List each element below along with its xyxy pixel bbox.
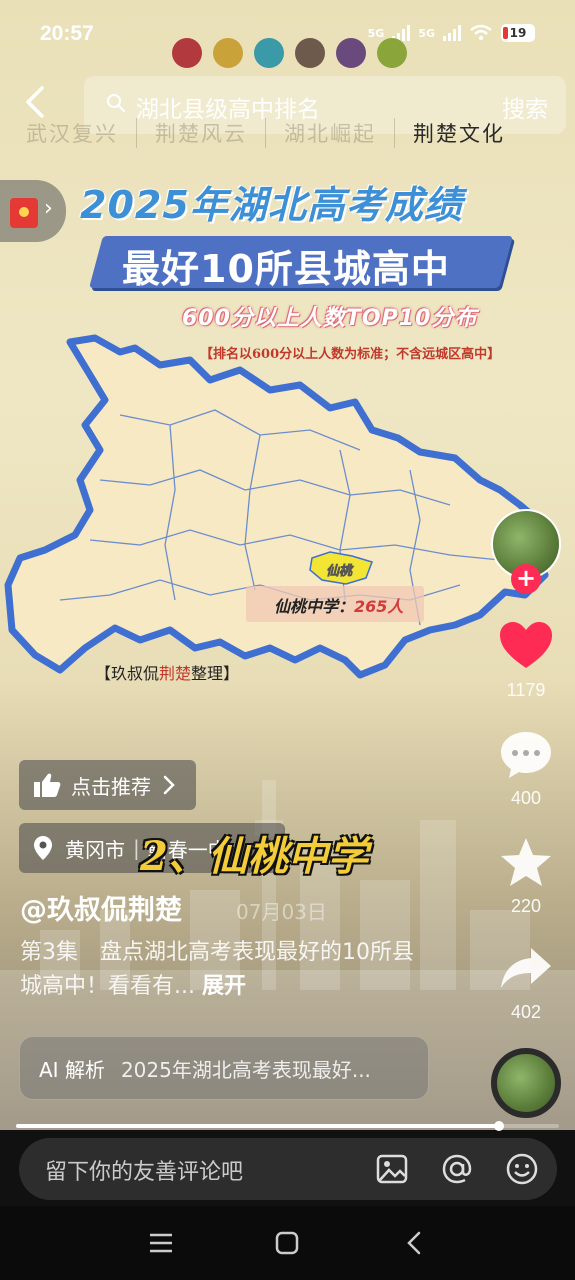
- signal-icon: [443, 25, 461, 41]
- expand-button[interactable]: 展开: [202, 974, 246, 999]
- home-icon[interactable]: [272, 1228, 302, 1258]
- author-name[interactable]: @玖叔侃荆楚: [20, 888, 182, 927]
- province-outline: [4, 334, 549, 679]
- color-dot: [295, 38, 325, 68]
- comment-placeholder: 留下你的友善评论吧: [45, 1160, 244, 1185]
- favorite-count: 220: [510, 896, 542, 916]
- back-nav-icon[interactable]: [400, 1228, 430, 1258]
- emoji-icon[interactable]: [505, 1152, 539, 1186]
- like-count: 1179: [506, 680, 546, 700]
- color-dot: [172, 38, 202, 68]
- comment-button[interactable]: 400: [497, 728, 555, 809]
- thumbs-up-icon: [34, 773, 61, 797]
- video-progress-bar[interactable]: [16, 1121, 559, 1131]
- location-separator: |: [133, 836, 140, 860]
- heart-icon: [500, 622, 552, 668]
- comment-icon: [501, 732, 551, 778]
- callout-school: 仙桃中学：: [274, 597, 355, 616]
- image-icon[interactable]: [375, 1152, 409, 1186]
- color-dot: [213, 38, 243, 68]
- comment-input[interactable]: 留下你的友善评论吧: [19, 1138, 557, 1200]
- callout-count: 265人: [354, 597, 404, 616]
- status-time: 20:57: [40, 22, 94, 45]
- search-icon: [107, 94, 125, 112]
- location-pin-icon: [34, 836, 52, 860]
- recommend-chip[interactable]: 点击推荐: [19, 760, 196, 810]
- tab-3[interactable]: 荆楚文化: [395, 118, 523, 148]
- color-dots: [172, 38, 407, 68]
- signal-label-2: 5G: [418, 26, 435, 40]
- color-dot: [254, 38, 284, 68]
- video-subtitle: 600分以上人数TOP10分布: [182, 306, 478, 331]
- post-date: 07月03日: [236, 900, 327, 924]
- tab-1[interactable]: 荆楚风云: [137, 118, 266, 148]
- like-button[interactable]: 1179: [497, 620, 555, 701]
- favorite-button[interactable]: 220: [497, 836, 555, 917]
- ai-analysis-bar[interactable]: AI 解析 2025年湖北高考表现最好...: [19, 1036, 429, 1100]
- color-dot: [336, 38, 366, 68]
- xiantao-callout: 仙桃中学： 265人: [246, 586, 424, 622]
- share-icon: [501, 948, 551, 988]
- topic-tabs: 武汉复兴 荆楚风云 湖北崛起 荆楚文化: [0, 116, 575, 150]
- hubei-map: 仙桃: [4, 334, 549, 679]
- post-description: 第3集 盘点湖北高考表现最好的10所县城高中！看看有... 展开: [20, 940, 414, 999]
- battery-icon: 19: [501, 24, 535, 42]
- recommend-label: 点击推荐: [71, 774, 151, 799]
- comment-count: 400: [510, 788, 542, 808]
- chevron-right-icon: ›: [44, 196, 53, 221]
- star-icon: [501, 838, 551, 886]
- ai-label: AI 解析: [39, 1057, 105, 1082]
- xiantao-map-label: 仙桃: [326, 563, 354, 579]
- color-dot: [377, 38, 407, 68]
- progress-fill: [16, 1124, 500, 1128]
- location-city: 黄冈市: [65, 837, 125, 862]
- video-caption-overlay: 2、仙桃中学: [140, 833, 368, 880]
- wifi-icon: [470, 24, 492, 41]
- follow-button[interactable]: +: [511, 564, 541, 594]
- tab-0[interactable]: 武汉复兴: [0, 118, 137, 148]
- tab-2[interactable]: 湖北崛起: [266, 118, 395, 148]
- battery-level: 19: [509, 26, 527, 40]
- ai-text: 2025年湖北高考表现最好...: [120, 1057, 371, 1082]
- system-nav-bar: [0, 1206, 575, 1280]
- red-packet-icon: [10, 198, 38, 228]
- music-disc[interactable]: [491, 1048, 561, 1118]
- menu-icon[interactable]: [146, 1228, 176, 1258]
- red-packet-button[interactable]: ›: [0, 180, 66, 242]
- share-count: 402: [510, 1002, 542, 1022]
- at-mention-icon[interactable]: [440, 1152, 474, 1186]
- chevron-right-icon: [163, 775, 175, 795]
- map-credit: 【玖叔侃荆楚整理】: [95, 664, 240, 683]
- video-title-line2: 最好10所县城高中: [122, 247, 450, 291]
- video-title-line1: 2025年湖北高考成绩: [80, 183, 463, 227]
- chevron-left-icon: [26, 86, 44, 118]
- share-button[interactable]: 402: [497, 942, 555, 1023]
